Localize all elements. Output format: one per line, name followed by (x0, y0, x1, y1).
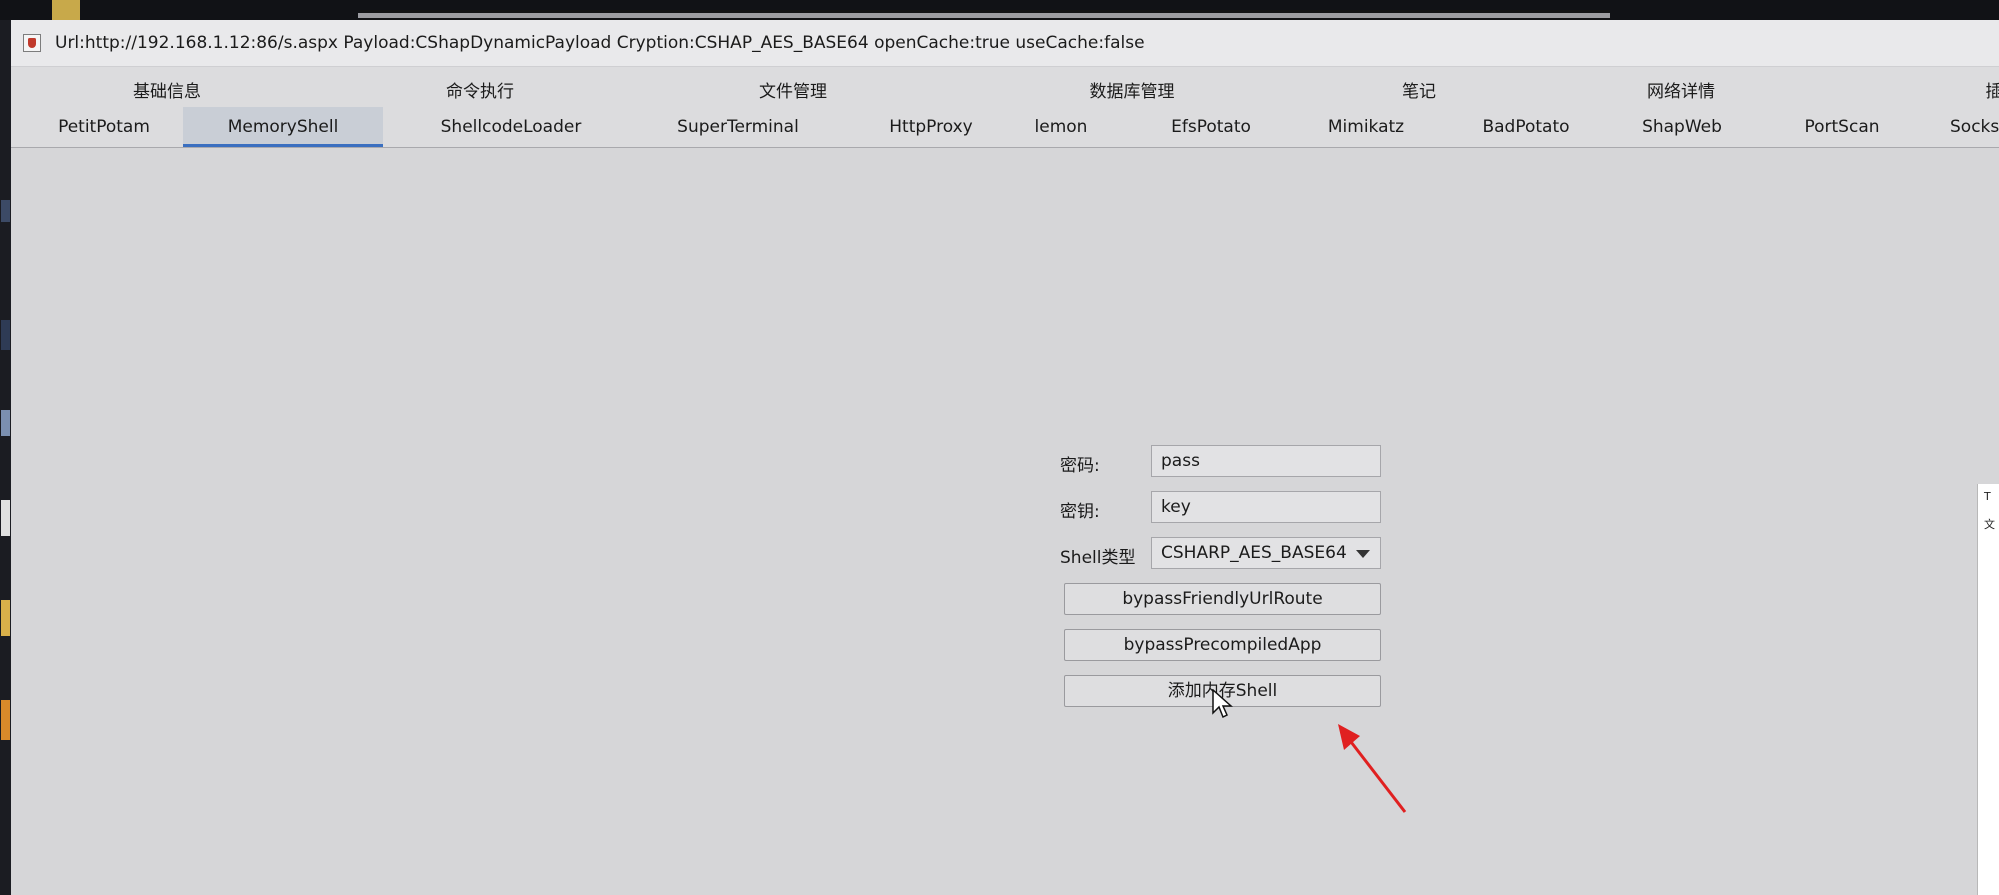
shell-type-selected-value: CSHARP_AES_BASE64 (1161, 543, 1347, 563)
tab-petitpotam[interactable]: PetitPotam (45, 107, 163, 147)
annotation-arrow-icon (1338, 724, 1407, 813)
tab-httpproxy[interactable]: HttpProxy (871, 107, 991, 147)
desktop-icon (1, 600, 10, 636)
desktop-icon (1, 700, 10, 740)
password-label: 密码: (1060, 456, 1100, 476)
tab-memoryshell[interactable]: MemoryShell (183, 107, 383, 147)
tab-command-exec[interactable]: 命令执行 (446, 77, 514, 102)
bypass-friendly-url-route-button[interactable]: bypassFriendlyUrlRoute (1064, 583, 1381, 615)
tab-socks[interactable]: Socks (1950, 107, 1999, 147)
folder-icon (52, 0, 80, 20)
desktop-icon (1, 320, 10, 350)
java-app-icon (23, 34, 41, 52)
tab-shapweb[interactable]: ShapWeb (1632, 107, 1732, 147)
chevron-down-icon (1356, 550, 1370, 558)
key-label: 密钥: (1060, 502, 1100, 522)
side-popup-text: 文 (1984, 518, 1995, 531)
primary-tab-bar: 基础信息 命令执行 文件管理 数据库管理 笔记 网络详情 插 (11, 67, 1999, 107)
bypass-precompiled-app-button[interactable]: bypassPrecompiledApp (1064, 629, 1381, 661)
shell-type-select[interactable]: CSHARP_AES_BASE64 (1151, 537, 1381, 569)
password-input[interactable]: pass (1151, 445, 1381, 477)
desktop-icon (1, 200, 10, 222)
godzilla-shell-window: Url:http://192.168.1.12:86/s.aspx Payloa… (11, 20, 1999, 895)
tab-efspotato[interactable]: EfsPotato (1151, 107, 1271, 147)
desktop-left-strip (0, 20, 11, 895)
tab-superterminal[interactable]: SuperTerminal (653, 107, 823, 147)
tab-shellcodeloader[interactable]: ShellcodeLoader (421, 107, 601, 147)
desktop-icon (1, 410, 10, 436)
secondary-tab-bar: PetitPotam MemoryShell ShellcodeLoader S… (11, 107, 1999, 148)
key-input[interactable]: key (1151, 491, 1381, 523)
mouse-cursor-icon (1212, 689, 1233, 719)
side-popup-window: T 文 (1977, 484, 1999, 895)
tab-portscan[interactable]: PortScan (1787, 107, 1897, 147)
window-title: Url:http://192.168.1.12:86/s.aspx Payloa… (55, 33, 1145, 53)
tab-basic-info[interactable]: 基础信息 (133, 77, 201, 102)
tab-badpotato[interactable]: BadPotato (1466, 107, 1586, 147)
tab-notes[interactable]: 笔记 (1402, 77, 1436, 102)
shell-type-label: Shell类型 (1060, 548, 1136, 568)
tab-file-manager[interactable]: 文件管理 (759, 77, 827, 102)
desktop-icon (1, 500, 10, 536)
title-bar[interactable]: Url:http://192.168.1.12:86/s.aspx Payloa… (11, 20, 1999, 67)
tab-network-details[interactable]: 网络详情 (1647, 77, 1715, 102)
background-window-scrollbar (358, 13, 1610, 18)
desktop-top-strip (0, 0, 1999, 20)
tab-mimikatz[interactable]: Mimikatz (1311, 107, 1421, 147)
side-popup-text: T (1984, 490, 1991, 503)
tab-database-manager[interactable]: 数据库管理 (1090, 77, 1175, 102)
tab-plugins[interactable]: 插 (1986, 77, 1999, 102)
tab-lemon[interactable]: lemon (1021, 107, 1101, 147)
